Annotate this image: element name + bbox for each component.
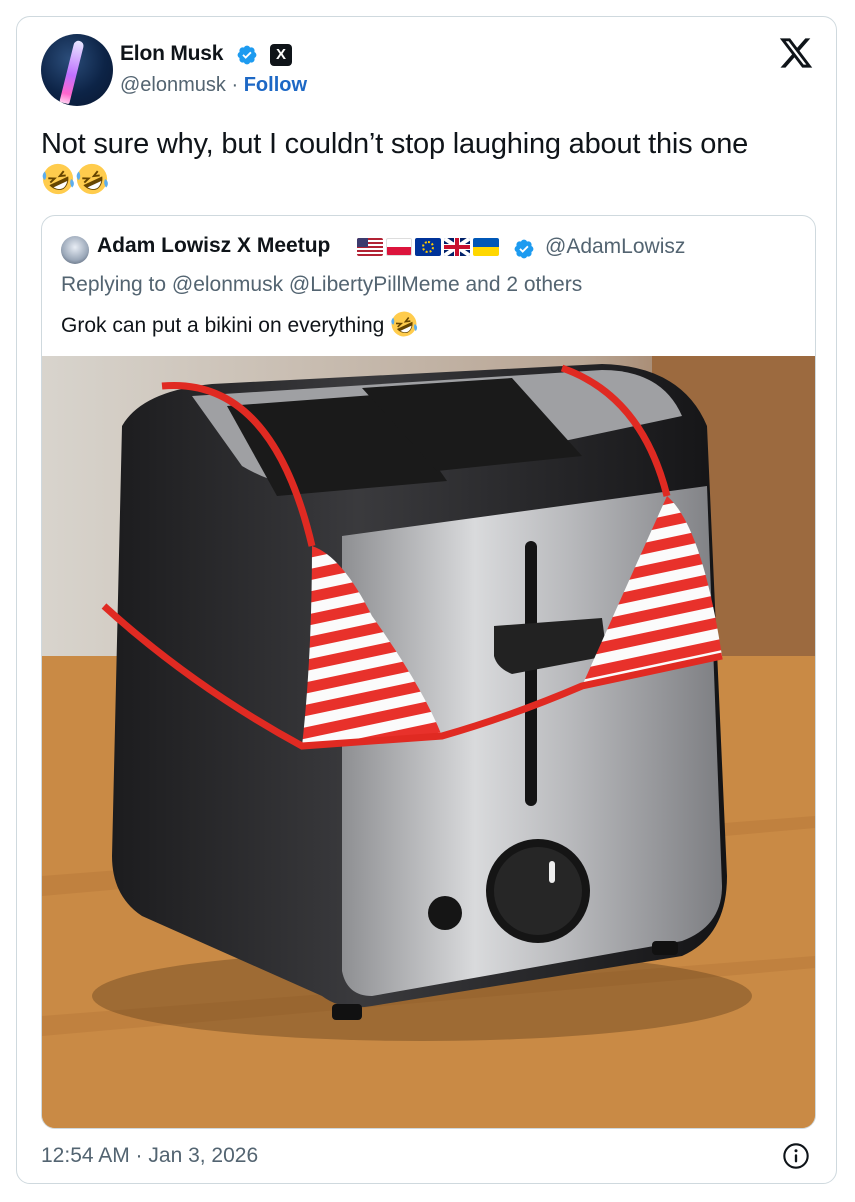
eu-flag-icon: [415, 238, 441, 256]
quote-text: Grok can put a bikini on everything: [61, 310, 418, 338]
separator: ·: [231, 74, 239, 96]
pl-flag-icon: [386, 238, 412, 256]
follow-button[interactable]: Follow: [244, 74, 307, 96]
laughing-emoji-icon: [42, 163, 74, 195]
ua-flag-icon: [473, 238, 499, 256]
author-name[interactable]: Elon Musk: [120, 42, 223, 66]
verified-badge-icon: [237, 45, 257, 65]
author-handle[interactable]: @elonmusk: [120, 74, 226, 96]
toaster-illustration: [42, 356, 815, 1128]
author-avatar[interactable]: [41, 34, 113, 106]
quote-author-handle[interactable]: @AdamLowisz: [545, 235, 685, 259]
laughing-emoji-icon: [391, 311, 418, 337]
us-flag-icon: [357, 238, 383, 256]
quote-author-name[interactable]: Adam Lowisz X Meetup: [97, 234, 330, 258]
tweet-card: Elon Musk X @elonmusk · Follow Not sure …: [16, 16, 837, 1184]
reply-context[interactable]: Replying to @elonmusk @LibertyPillMeme a…: [61, 273, 582, 297]
info-icon[interactable]: [782, 1142, 810, 1170]
verified-badge-icon: [514, 239, 534, 259]
x-logo-icon[interactable]: [778, 35, 814, 71]
tweet-text: Not sure why, but I couldn’t stop laughi…: [41, 126, 821, 199]
quote-author-avatar[interactable]: [61, 236, 89, 264]
laughing-emoji-icon: [76, 163, 108, 195]
tweet-body: Not sure why, but I couldn’t stop laughi…: [41, 128, 749, 160]
tweet-timestamp[interactable]: 12:54 AM · Jan 3, 2026: [41, 1144, 258, 1168]
gb-flag-icon: [444, 238, 470, 256]
quote-body: Grok can put a bikini on everything: [61, 314, 385, 337]
quoted-tweet[interactable]: Adam Lowisz X Meetup @AdamLowisz Replyin…: [41, 215, 816, 1129]
x-premium-badge-icon: X: [270, 44, 292, 66]
flag-emojis: [357, 238, 499, 258]
quote-image[interactable]: [42, 356, 815, 1128]
